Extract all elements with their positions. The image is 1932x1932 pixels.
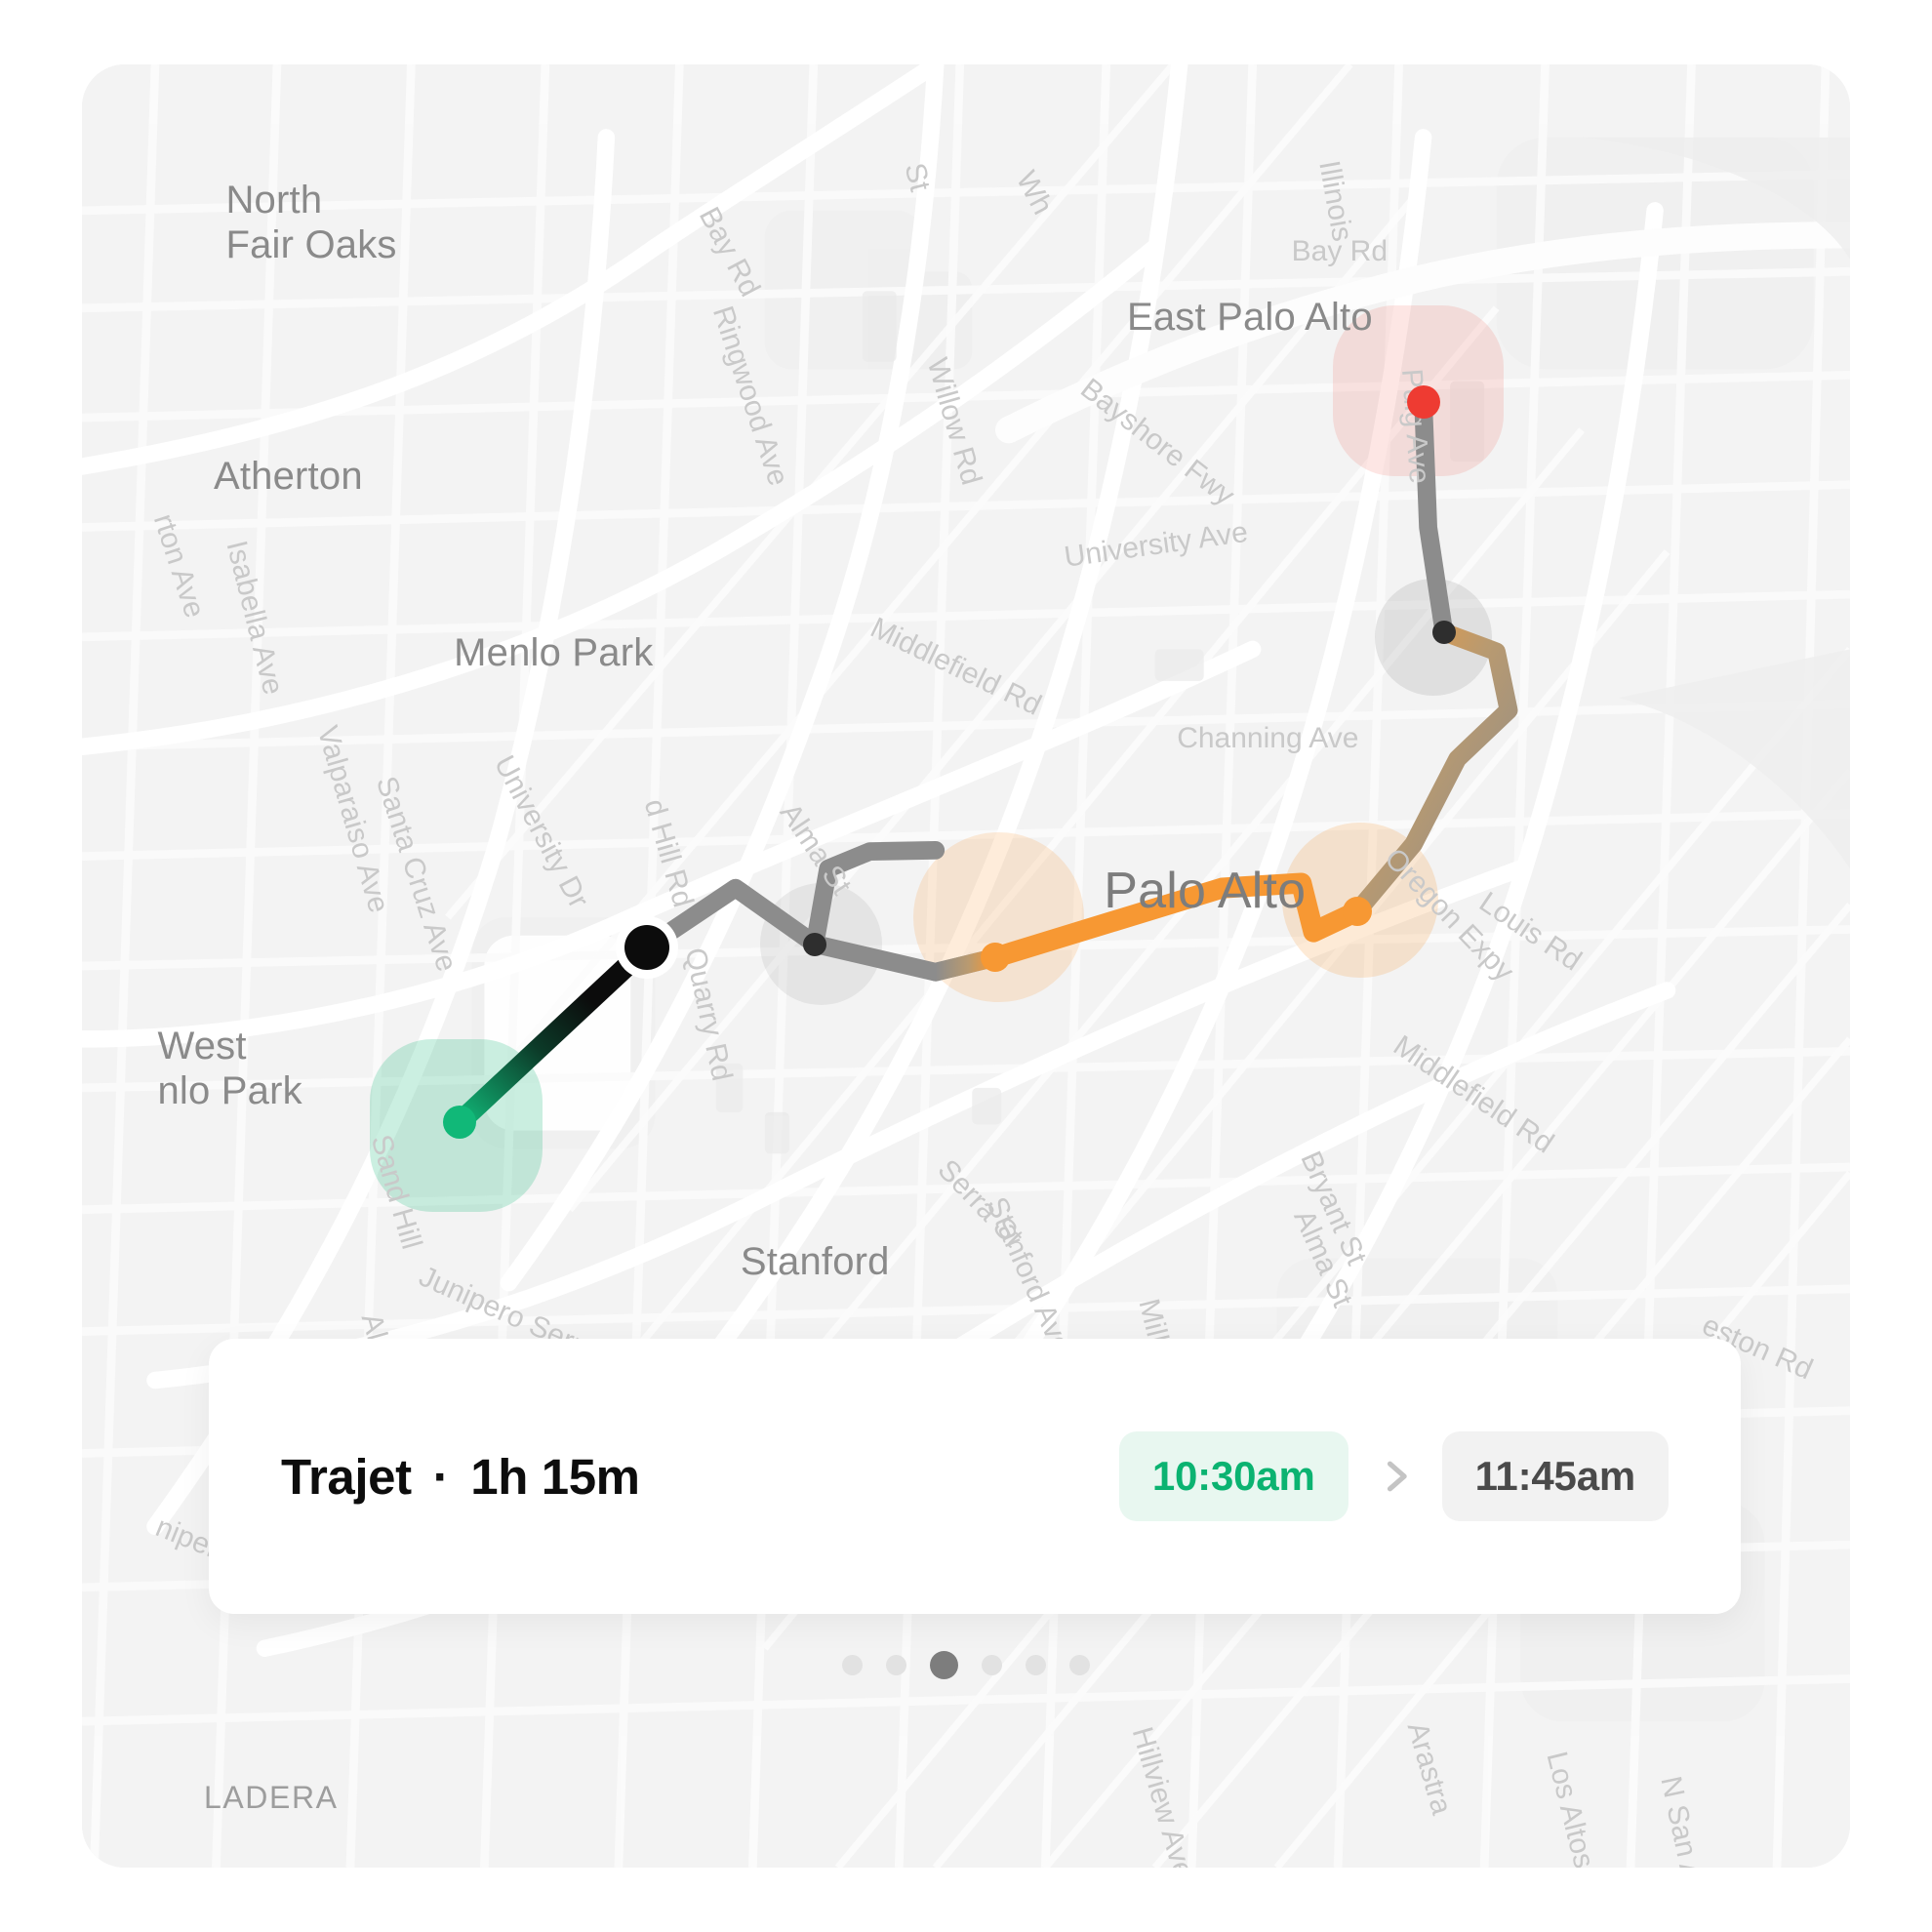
trip-separator: · <box>432 1448 450 1505</box>
pagination-dot[interactable] <box>886 1655 906 1675</box>
waypoint-marker-2[interactable] <box>980 943 1010 973</box>
pagination-dots[interactable] <box>0 1651 1932 1679</box>
trip-time-group: 10:30am 11:45am <box>1118 1431 1669 1521</box>
end-time-pill[interactable]: 11:45am <box>1441 1431 1669 1521</box>
pagination-dot[interactable] <box>842 1655 863 1675</box>
origin-marker[interactable] <box>443 1105 477 1139</box>
pagination-dot-active[interactable] <box>930 1651 958 1679</box>
waypoint-marker-4[interactable] <box>1431 620 1456 644</box>
destination-marker[interactable] <box>1406 384 1440 419</box>
trip-summary: Trajet · 1h 15m <box>281 1448 640 1506</box>
waypoint-marker-3[interactable] <box>1343 896 1373 926</box>
pagination-dot[interactable] <box>1026 1655 1046 1675</box>
app-root: Bay Rd St Wh Illinois Bay Rd Ringwood Ave Will… <box>0 0 1932 1932</box>
pagination-dot[interactable] <box>1069 1655 1090 1675</box>
start-time-pill[interactable]: 10:30am <box>1118 1431 1348 1521</box>
trip-label: Trajet <box>281 1448 412 1505</box>
chevron-right-icon <box>1374 1450 1417 1503</box>
waypoint-marker-1[interactable] <box>803 932 827 956</box>
transfer-marker[interactable] <box>624 925 669 971</box>
trip-info-card[interactable]: Trajet · 1h 15m 10:30am 11:45am <box>209 1339 1741 1614</box>
pagination-dot[interactable] <box>982 1655 1002 1675</box>
trip-duration: 1h 15m <box>470 1448 640 1505</box>
